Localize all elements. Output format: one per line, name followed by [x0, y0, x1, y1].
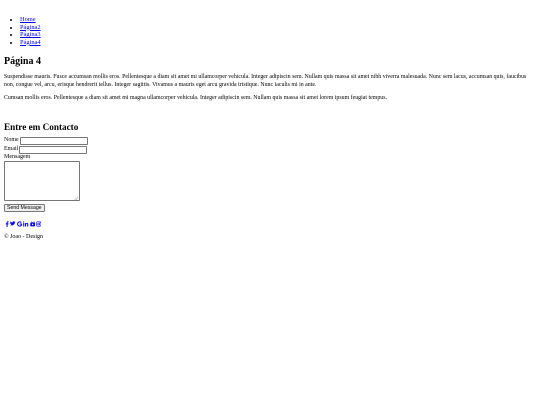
- nav-link-pagina2[interactable]: Página2: [20, 24, 41, 31]
- email-row: Email: [4, 145, 536, 154]
- page-title: Página 4: [4, 56, 41, 68]
- body-paragraph-1: Suspendisse mauris. Fusce accumsan molli…: [4, 74, 527, 88]
- nav-link-pagina4[interactable]: Página4: [20, 39, 41, 46]
- google-icon[interactable]: [16, 220, 22, 227]
- body-paragraph-2: Cumsan mollis eros. Pellentesque a diam …: [4, 94, 387, 101]
- nav-item-pagina2: Página2: [20, 24, 536, 32]
- message-wrapper: [4, 160, 80, 201]
- page: Home Página2 Página3 Página4 Página 4 Su…: [0, 0, 540, 241]
- facebook-icon[interactable]: [4, 220, 9, 227]
- nav-link-home[interactable]: Home: [20, 16, 36, 23]
- instagram-icon[interactable]: [36, 220, 42, 227]
- nav-link-pagina3[interactable]: Página3: [20, 31, 41, 38]
- linkedin-icon[interactable]: [23, 220, 29, 227]
- contact-title: Entre em Contacto: [4, 121, 79, 132]
- name-input[interactable]: [19, 137, 88, 146]
- nav-item-pagina4: Página4: [20, 39, 536, 47]
- nav-item-home: Home: [20, 16, 536, 24]
- social-links: [4, 220, 536, 227]
- footer-copyright: © Joao - Design: [4, 234, 44, 241]
- message-label: Mensagem: [4, 153, 31, 160]
- email-label: Email: [4, 145, 19, 152]
- main-nav: Home Página2 Página3 Página4: [4, 0, 536, 46]
- contact-form: Nome Email Mensagem Send Message: [4, 137, 536, 213]
- name-label: Nome: [4, 137, 19, 144]
- twitter-icon[interactable]: [10, 220, 16, 227]
- message-textarea[interactable]: [4, 160, 80, 201]
- email-input[interactable]: [19, 145, 88, 154]
- name-row: Nome: [4, 137, 536, 146]
- youtube-icon[interactable]: [29, 220, 35, 227]
- resize-handle-icon[interactable]: [74, 196, 78, 200]
- nav-item-pagina3: Página3: [20, 31, 536, 39]
- send-message-button[interactable]: Send Message: [4, 203, 45, 212]
